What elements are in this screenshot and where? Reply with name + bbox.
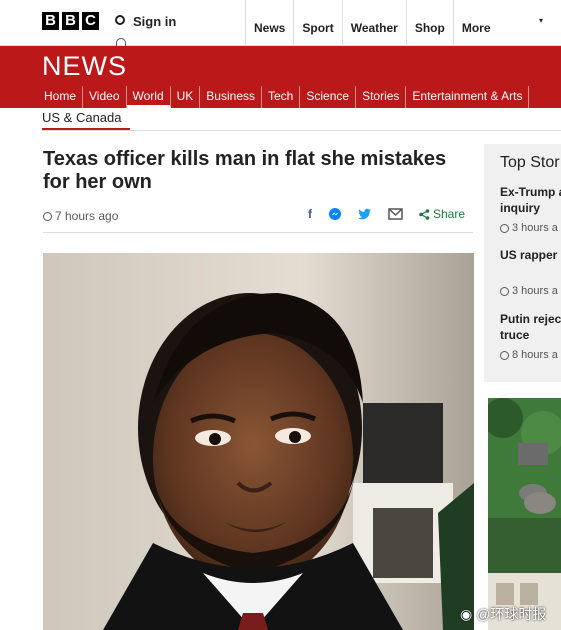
news-nav-business[interactable]: Business [200,86,262,108]
logo-letter-c: C [82,12,99,30]
top-story-headline-2[interactable]: US rapper 26 [500,247,561,263]
news-nav-world[interactable]: World [126,86,171,108]
share-tools: f Share [308,207,465,221]
logo-letter-b2: B [62,12,79,30]
sign-in-link[interactable]: Sign in [113,14,176,29]
news-nav-home[interactable]: Home [42,86,84,108]
news-nav-tech[interactable]: Tech [262,86,301,108]
advertisement-image[interactable] [488,398,561,630]
sub-nav-divider [42,130,561,131]
facebook-icon[interactable]: f [308,207,312,221]
logo-letter-b1: B [42,12,59,30]
top-story-time-text-1: 3 hours a [512,222,558,234]
article-headline: Texas officer kills man in flat she mist… [43,148,447,193]
clock-icon [43,211,52,221]
messenger-icon[interactable] [328,207,342,221]
share-label: Share [432,207,465,221]
global-nav: News Sport Weather Shop More [245,0,561,46]
global-nav-weather[interactable]: Weather [341,0,406,46]
timestamp-text: 7 hours ago [55,209,119,223]
user-icon [113,14,127,29]
sub-nav-us-canada[interactable]: US & Canada [42,110,130,131]
global-nav-news[interactable]: News [245,0,293,46]
twitter-icon[interactable] [358,208,372,220]
news-nav-stories[interactable]: Stories [356,86,407,108]
news-nav-entertainment[interactable]: Entertainment & Arts [406,86,530,108]
top-stories-title: Top Stor [500,154,560,171]
top-story-time-1: 3 hours a [500,222,558,234]
global-nav-shop[interactable]: Shop [405,0,453,46]
sign-in-label: Sign in [133,14,177,29]
news-nav: Home Video World UK Business Tech Scienc… [42,86,530,108]
news-banner: NEWS Home Video World UK Business Tech S… [0,46,561,108]
top-story-headline-3[interactable]: Putin rejec truce [500,311,561,343]
news-logo[interactable]: NEWS [42,51,127,82]
weibo-watermark: ◉ @环球时报 [460,604,546,624]
top-story-time-text-2: 3 hours a [512,285,558,297]
clock-icon [500,350,509,360]
watermark-text: @环球时报 [476,606,547,622]
ad-jungle-image [488,398,561,630]
top-stories-panel: Top Stor Ex-Trump a inquiry 3 hours a US… [484,144,561,382]
article-timestamp: 7 hours ago [43,209,118,223]
clock-icon [500,286,509,296]
news-nav-science[interactable]: Science [300,86,357,108]
top-story-time-3: 8 hours a [500,349,558,361]
weibo-icon: ◉ [460,605,473,622]
global-nav-sport[interactable]: Sport [293,0,341,46]
top-story-time-2: 3 hours a [500,285,558,297]
article-main-image [43,253,474,630]
portrait-image [43,253,474,630]
global-nav-more[interactable]: More [452,0,561,46]
top-story-time-text-3: 8 hours a [512,349,558,361]
share-icon [419,208,430,220]
clock-icon [500,223,509,233]
top-story-headline-1[interactable]: Ex-Trump a inquiry [500,184,561,216]
chevron-down-icon[interactable]: ▾ [539,16,543,25]
news-nav-video[interactable]: Video [83,86,127,108]
global-header: B B C Sign in News Sport Weather Shop Mo… [0,0,561,46]
news-nav-uk[interactable]: UK [171,86,201,108]
article-meta: 7 hours ago f Share [43,207,473,233]
bbc-logo[interactable]: B B C [42,12,99,30]
share-button[interactable]: Share [419,207,465,221]
notifications-icon[interactable] [116,38,126,46]
email-icon[interactable] [388,208,403,220]
